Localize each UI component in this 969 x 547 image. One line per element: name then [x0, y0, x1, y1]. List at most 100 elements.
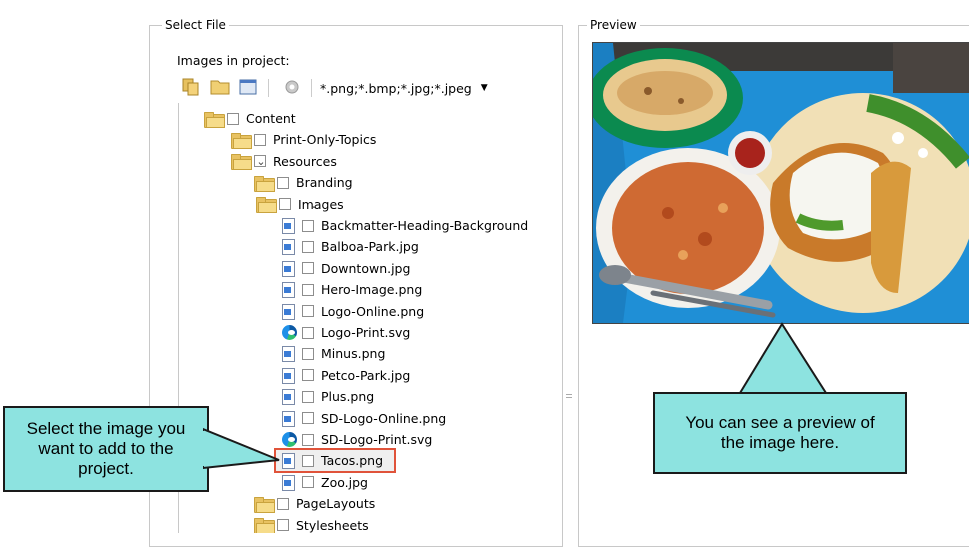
tree-file-row[interactable]: Minus.png: [282, 343, 385, 364]
callout-pointer-left: [202, 426, 281, 472]
image-file-icon: [282, 303, 295, 320]
preview-image: [592, 42, 969, 324]
chevron-down-icon: ▼: [480, 83, 488, 93]
file-type-filter-value: *.png;*.bmp;*.jpg;*.jpeg: [320, 80, 472, 96]
tree-file-row[interactable]: Zoo.jpg: [282, 472, 368, 493]
tree-checkbox[interactable]: [302, 476, 314, 489]
tree-checkbox[interactable]: [302, 305, 314, 318]
tree-item-label: Print-Only-Topics: [273, 132, 377, 148]
folder-icon: [204, 111, 225, 128]
tree-item-label: PageLayouts: [296, 496, 376, 512]
tree-checkbox[interactable]: [227, 112, 239, 125]
select-image-callout: Select the image you want to add to the …: [3, 406, 209, 492]
tree-checkbox[interactable]: [302, 347, 314, 360]
tree-item-label: Stylesheets: [296, 517, 369, 533]
tree-item-label: SD-Logo-Print.svg: [321, 432, 433, 447]
open-folder-icon[interactable]: [210, 77, 230, 97]
tree-checkbox[interactable]: [302, 369, 314, 382]
tree-item-label: Branding: [296, 175, 353, 191]
tree-checkbox[interactable]: [302, 412, 314, 425]
folder-icon: [231, 132, 252, 149]
tree-folder-row[interactable]: ⌄ Images: [256, 194, 344, 215]
tree-checkbox[interactable]: [302, 390, 314, 403]
preview-callout: You can see a preview of the image here.: [653, 392, 907, 474]
select-image-callout-text: Select the image you want to add to the …: [26, 419, 186, 478]
tree-checkbox[interactable]: [302, 433, 314, 446]
tree-item-label: Resources: [273, 153, 337, 169]
select-file-title: Select File: [162, 18, 229, 32]
tree-file-row[interactable]: SD-Logo-Online.png: [282, 408, 446, 429]
tree-item-label: SD-Logo-Online.png: [321, 410, 447, 426]
tree-folder-row[interactable]: Branding: [254, 172, 353, 193]
toolbar-divider: [311, 79, 312, 97]
tree-item-label: Plus.png: [321, 389, 375, 405]
tree-checkbox[interactable]: [302, 454, 314, 467]
tree-item-label: Minus.png: [321, 346, 386, 362]
tree-item-label: Downtown.jpg: [321, 260, 411, 276]
image-file-icon: [282, 453, 295, 470]
image-file-icon: [282, 218, 295, 234]
window-icon[interactable]: [238, 77, 258, 97]
tree-item-label: Petco-Park.jpg: [321, 367, 411, 383]
preview-title: Preview: [587, 18, 640, 32]
folder-icon: [254, 496, 275, 513]
callout-pointer-right: [738, 322, 828, 394]
tree-file-row[interactable]: Logo-Online.png: [282, 301, 424, 322]
tree-item-label: Content: [246, 111, 296, 126]
image-file-icon: [282, 260, 295, 277]
tree-item-label: Hero-Image.png: [321, 282, 423, 298]
tree-checkbox[interactable]: [277, 519, 289, 532]
tree-checkbox[interactable]: [302, 240, 314, 253]
tree-file-row[interactable]: Hero-Image.png: [282, 279, 422, 300]
copy-icon[interactable]: [181, 77, 201, 97]
tree-file-row[interactable]: Plus.png: [282, 386, 374, 407]
image-file-icon: [282, 346, 295, 363]
tree-folder-row[interactable]: Content: [204, 108, 296, 129]
tree-item-label: Logo-Print.svg: [321, 325, 411, 340]
edge-browser-icon: [282, 432, 297, 447]
image-file-icon: [282, 474, 295, 491]
folder-icon: [254, 175, 275, 192]
folder-icon: [231, 154, 252, 171]
toolbar-divider: [268, 79, 269, 97]
tree-item-label: Zoo.jpg: [321, 474, 368, 490]
tree-folder-row[interactable]: ›Print-Only-Topics: [231, 129, 376, 150]
tree-file-row-selected[interactable]: Tacos.png: [274, 448, 396, 474]
edge-browser-icon: [282, 325, 297, 340]
tree-checkbox[interactable]: [302, 219, 314, 232]
tree-item-label: Balboa-Park.jpg: [321, 239, 419, 255]
tree-checkbox[interactable]: [254, 133, 266, 146]
tree-folder-row[interactable]: ⌄ Resources: [231, 151, 337, 172]
gear-icon[interactable]: [282, 77, 302, 97]
folder-icon: [254, 518, 275, 533]
preview-callout-text: You can see a preview of the image here.: [685, 413, 875, 452]
tree-item-label: Backmatter-Heading-Background: [321, 218, 529, 233]
tree-checkbox[interactable]: [279, 198, 291, 211]
tree-item-label: Tacos.png: [321, 453, 384, 469]
image-file-icon: [282, 367, 295, 384]
folder-icon: [256, 197, 277, 214]
chevron-down-icon[interactable]: ⌄: [307, 198, 321, 211]
tree-folder-row[interactable]: PageLayouts: [254, 493, 375, 514]
image-file-icon: [282, 410, 295, 427]
tree-file-row[interactable]: Logo-Print.svg: [282, 322, 410, 343]
splitter-handle[interactable]: [566, 392, 572, 402]
tree-file-row[interactable]: Backmatter-Heading-Background: [282, 215, 528, 236]
file-type-filter[interactable]: *.png;*.bmp;*.jpg;*.jpeg ▼: [320, 79, 488, 97]
tree-file-row[interactable]: Balboa-Park.jpg: [282, 236, 419, 257]
tree-checkbox[interactable]: [302, 283, 314, 296]
tree-file-row[interactable]: Petco-Park.jpg: [282, 365, 410, 386]
tree-checkbox[interactable]: [277, 497, 289, 510]
tree-checkbox[interactable]: [302, 262, 314, 275]
image-file-icon: [282, 389, 295, 406]
images-in-project-label: Images in project:: [177, 53, 290, 68]
tree-file-row[interactable]: SD-Logo-Print.svg: [282, 429, 432, 450]
tree-file-row[interactable]: Downtown.jpg: [282, 258, 410, 279]
tree-checkbox[interactable]: [277, 176, 289, 189]
tree-folder-row[interactable]: Stylesheets: [254, 515, 369, 533]
chevron-down-icon[interactable]: ⌄: [254, 155, 268, 168]
tree-checkbox[interactable]: [302, 326, 314, 339]
image-file-icon: [282, 282, 295, 299]
image-file-icon: [282, 239, 295, 256]
tree-item-label: Logo-Online.png: [321, 303, 425, 319]
